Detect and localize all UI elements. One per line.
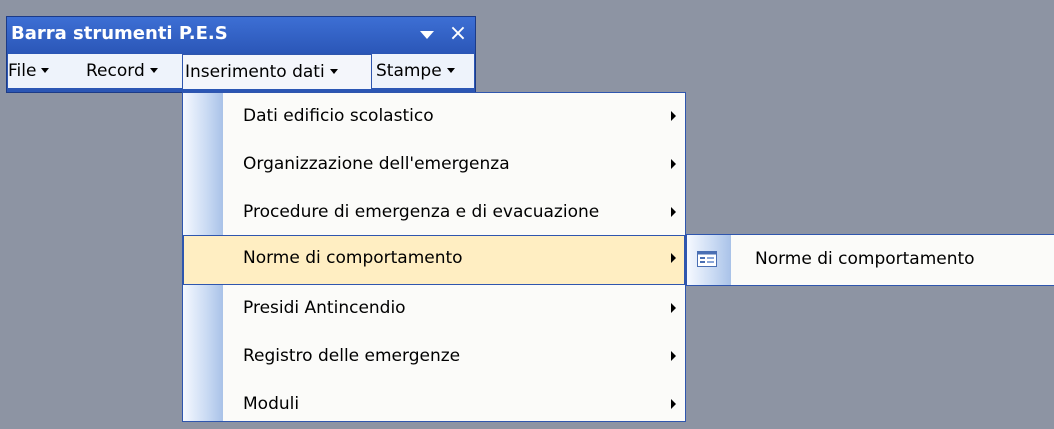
menu-item-dati-edificio[interactable]: Dati edificio scolastico <box>183 93 685 141</box>
submenu-arrow-icon <box>671 351 676 361</box>
menu-record[interactable]: Record <box>86 54 158 88</box>
chevron-down-icon <box>149 67 158 73</box>
chevron-down-icon <box>41 67 50 73</box>
norme-submenu: Norme di comportamento <box>686 234 1054 286</box>
submenu-arrow-icon <box>671 159 676 169</box>
menu-item-label: Norme di comportamento <box>243 248 463 268</box>
menu-item-label: Registro delle emergenze <box>243 346 461 366</box>
menu-stampe[interactable]: Stampe <box>376 54 455 88</box>
submenu-arrow-icon <box>671 207 676 217</box>
inserimento-dati-dropdown: Dati edificio scolastico Organizzazione … <box>182 92 686 422</box>
menu-item-registro[interactable]: Registro delle emergenze <box>183 333 685 381</box>
chevron-down-icon <box>446 67 455 73</box>
chevron-down-icon <box>329 68 338 74</box>
menu-item-procedure[interactable]: Procedure di emergenza e di evacuazione <box>183 189 685 237</box>
menu-bar: File Record Inserimento dati Stampe <box>8 54 474 89</box>
menu-item-label: Dati edificio scolastico <box>243 106 434 126</box>
menu-file[interactable]: File <box>8 54 50 88</box>
submenu-arrow-icon <box>671 399 676 409</box>
submenu-arrow-icon <box>671 253 676 263</box>
submenu-item-norme[interactable]: Norme di comportamento <box>687 235 1054 285</box>
menu-item-moduli[interactable]: Moduli <box>183 381 685 429</box>
submenu-item-label: Norme di comportamento <box>755 249 975 269</box>
menu-stampe-label: Stampe <box>376 61 442 81</box>
close-icon[interactable]: × <box>447 23 469 45</box>
menu-item-organizzazione[interactable]: Organizzazione dell'emergenza <box>183 141 685 189</box>
menu-item-label: Moduli <box>243 394 300 414</box>
menu-item-presidi[interactable]: Presidi Antincendio <box>183 285 685 333</box>
menu-inserimento-dati[interactable]: Inserimento dati <box>182 54 372 89</box>
title-bar[interactable]: Barra strumenti P.E.S × <box>7 17 475 53</box>
menu-item-label: Organizzazione dell'emergenza <box>243 154 510 174</box>
toolbar-window: Barra strumenti P.E.S × File Record Inse… <box>6 16 476 93</box>
menu-item-label: Presidi Antincendio <box>243 298 406 318</box>
menu-item-label: Procedure di emergenza e di evacuazione <box>243 202 600 222</box>
menu-record-label: Record <box>86 61 145 81</box>
menu-item-norme[interactable]: Norme di comportamento <box>183 235 685 285</box>
toolbar-options-icon[interactable] <box>417 25 437 45</box>
menu-file-label: File <box>8 61 37 81</box>
menu-inserimento-dati-label: Inserimento dati <box>185 62 325 82</box>
submenu-arrow-icon <box>671 303 676 313</box>
window-title: Barra strumenti P.E.S <box>11 23 228 44</box>
form-icon <box>697 251 717 267</box>
submenu-arrow-icon <box>671 111 676 121</box>
